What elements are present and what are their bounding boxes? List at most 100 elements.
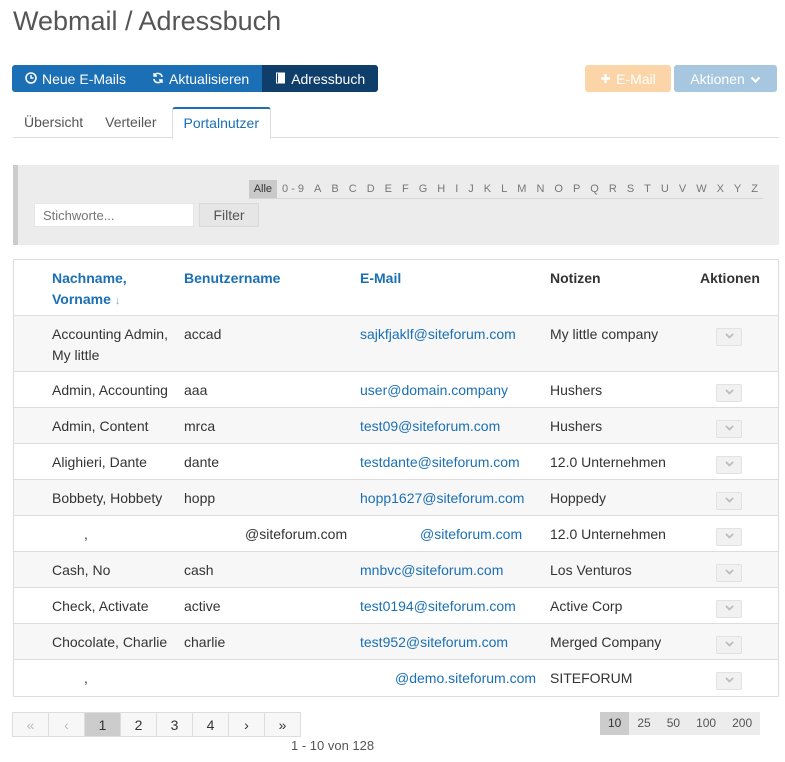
page-size-option[interactable]: 100 <box>688 712 725 735</box>
new-mails-button[interactable]: Neue E-Mails <box>12 65 140 92</box>
alphabet-letter[interactable]: F <box>397 180 414 198</box>
next-page-button[interactable]: › <box>228 712 265 737</box>
cell-notes-text: Los Venturos <box>550 561 632 578</box>
table-row[interactable]: Check, Activate active test0194@siteforum.… <box>14 586 778 623</box>
email-link[interactable]: testdante@siteforum.com <box>360 454 520 470</box>
alphabet-letter[interactable]: H <box>432 180 450 198</box>
table-row[interactable]: , @siteforum.com @siteforum.com 12.0 Untern… <box>14 514 778 551</box>
alphabet-letter[interactable]: C <box>344 180 362 198</box>
page-button[interactable]: 1 <box>84 712 121 737</box>
cell-email: sajkfjaklf@siteforum.com <box>360 314 550 371</box>
cell-notes: 12.0 Unternehmen <box>550 514 700 551</box>
alphabet-letter[interactable]: T <box>639 180 656 198</box>
cell-email: test0194@siteforum.com <box>360 586 550 623</box>
table-row[interactable]: Chocolate, Charlie charlie test952@sitefor… <box>14 622 778 659</box>
prev-page-button[interactable]: ‹ <box>48 712 85 737</box>
alphabet-letter[interactable]: X <box>712 180 729 198</box>
column-header-name[interactable]: Nachname, Vorname ↓ <box>52 260 184 315</box>
table-row[interactable]: Admin, Accounting aaa user@domain.company H… <box>14 370 778 407</box>
alphabet-letter[interactable]: 0 - 9 <box>277 180 309 198</box>
alphabet-letter[interactable]: A <box>309 180 326 198</box>
email-link[interactable]: @siteforum.com <box>420 526 522 542</box>
alphabet-letter[interactable]: D <box>362 180 380 198</box>
cell-notes-text: Hushers <box>550 417 603 434</box>
email-link[interactable]: test0194@siteforum.com <box>360 598 516 614</box>
first-page-button[interactable]: « <box>12 712 49 737</box>
table-row[interactable]: Bobbety, Hobbety hopp hopp1627@siteforum.c… <box>14 478 778 515</box>
email-button[interactable]: E-Mail <box>585 65 671 92</box>
email-link[interactable]: test09@siteforum.com <box>360 418 500 434</box>
row-actions-button[interactable] <box>716 419 742 438</box>
row-actions-button[interactable] <box>716 671 742 690</box>
page-size-option[interactable]: 50 <box>658 712 689 735</box>
refresh-button[interactable]: Aktualisieren <box>139 65 263 92</box>
table-row[interactable]: Accounting Admin, My little accad sajkfjak… <box>14 314 778 371</box>
filter-button[interactable]: Filter <box>199 203 259 227</box>
page-size-option[interactable]: 200 <box>724 712 761 735</box>
row-actions-button[interactable] <box>716 635 742 654</box>
tab-overview[interactable]: Übersicht <box>13 107 94 138</box>
cell-username-text: aaa <box>184 381 208 398</box>
actions-button-label: Aktionen <box>690 70 745 87</box>
alphabet-letter[interactable]: R <box>604 180 622 198</box>
users-table: Nachname, Vorname ↓ Benutzername E-Mail … <box>13 259 779 697</box>
page-size-option[interactable]: 10 <box>600 712 630 735</box>
alphabet-letter[interactable]: L <box>496 180 512 198</box>
email-link[interactable]: user@domain.company <box>360 382 508 398</box>
table-row[interactable]: Cash, No cash mnbvc@siteforum.com Los Ventu… <box>14 550 778 587</box>
email-link[interactable]: hopp1627@siteforum.com <box>360 490 524 506</box>
table-row[interactable]: , @demo.siteforum.com SITEFORUM <box>14 658 778 695</box>
cell-notes-text: Active Corp <box>550 597 623 614</box>
cell-username-text: active <box>184 597 221 614</box>
alphabet-letter[interactable]: Z <box>746 180 763 198</box>
alphabet-letter[interactable]: U <box>656 180 674 198</box>
row-actions-button[interactable] <box>716 563 742 582</box>
cell-name-text: Admin, Accounting <box>52 381 168 398</box>
alphabet-letter[interactable]: S <box>622 180 639 198</box>
email-link[interactable]: test952@siteforum.com <box>360 634 508 650</box>
table-row[interactable]: Alighieri, Dante dante testdante@siteforum… <box>14 442 778 479</box>
email-link[interactable]: mnbvc@siteforum.com <box>360 562 503 578</box>
alphabet-letter[interactable]: E <box>380 180 397 198</box>
alphabet-letter[interactable]: I <box>450 180 463 198</box>
column-header-notes: Notizen <box>550 270 601 286</box>
addressbook-button[interactable]: Adressbuch <box>262 65 379 92</box>
page-info: 1 - 10 von 128 <box>291 738 375 753</box>
tab-portal-users[interactable]: Portalnutzer <box>171 107 271 139</box>
alphabet-letter[interactable]: K <box>479 180 496 198</box>
column-header-username[interactable]: Benutzername <box>184 260 360 315</box>
alphabet-letter[interactable]: Q <box>585 180 604 198</box>
cell-name: Check, Activate <box>52 586 184 623</box>
alphabet-letter[interactable]: W <box>691 180 711 198</box>
row-actions-button[interactable] <box>716 527 742 546</box>
row-actions-button[interactable] <box>716 491 742 510</box>
alphabet-letter[interactable]: M <box>512 180 531 198</box>
row-actions-button[interactable] <box>716 327 742 346</box>
alphabet-letter[interactable]: O <box>549 180 568 198</box>
page-button[interactable]: 2 <box>120 712 157 737</box>
alphabet-letter[interactable]: B <box>326 180 343 198</box>
email-link[interactable]: sajkfjaklf@siteforum.com <box>360 326 516 342</box>
actions-dropdown-button[interactable]: Aktionen <box>674 65 777 92</box>
alphabet-letter[interactable]: G <box>414 180 433 198</box>
alphabet-letter[interactable]: V <box>674 180 691 198</box>
alphabet-letter[interactable]: Alle <box>248 180 278 198</box>
cell-notes: 12.0 Unternehmen <box>550 442 700 479</box>
column-header-email[interactable]: E-Mail <box>360 260 550 315</box>
cell-name: Bobbety, Hobbety <box>52 478 184 515</box>
table-row[interactable]: Admin, Content mrca test09@siteforum.com Hu… <box>14 406 778 443</box>
row-actions-button[interactable] <box>716 599 742 618</box>
page-button[interactable]: 3 <box>156 712 193 737</box>
alphabet-letter[interactable]: J <box>463 180 479 198</box>
page-button[interactable]: 4 <box>192 712 229 737</box>
row-actions-button[interactable] <box>716 455 742 474</box>
email-link[interactable]: @demo.siteforum.com <box>395 670 536 686</box>
alphabet-letter[interactable]: Y <box>729 180 746 198</box>
last-page-button[interactable]: » <box>264 712 301 737</box>
alphabet-letter[interactable]: N <box>531 180 549 198</box>
alphabet-letter[interactable]: P <box>568 180 585 198</box>
search-input[interactable] <box>34 203 194 227</box>
row-actions-button[interactable] <box>716 383 742 402</box>
tab-distribution-lists[interactable]: Verteiler <box>94 107 167 138</box>
page-size-option[interactable]: 25 <box>629 712 659 735</box>
